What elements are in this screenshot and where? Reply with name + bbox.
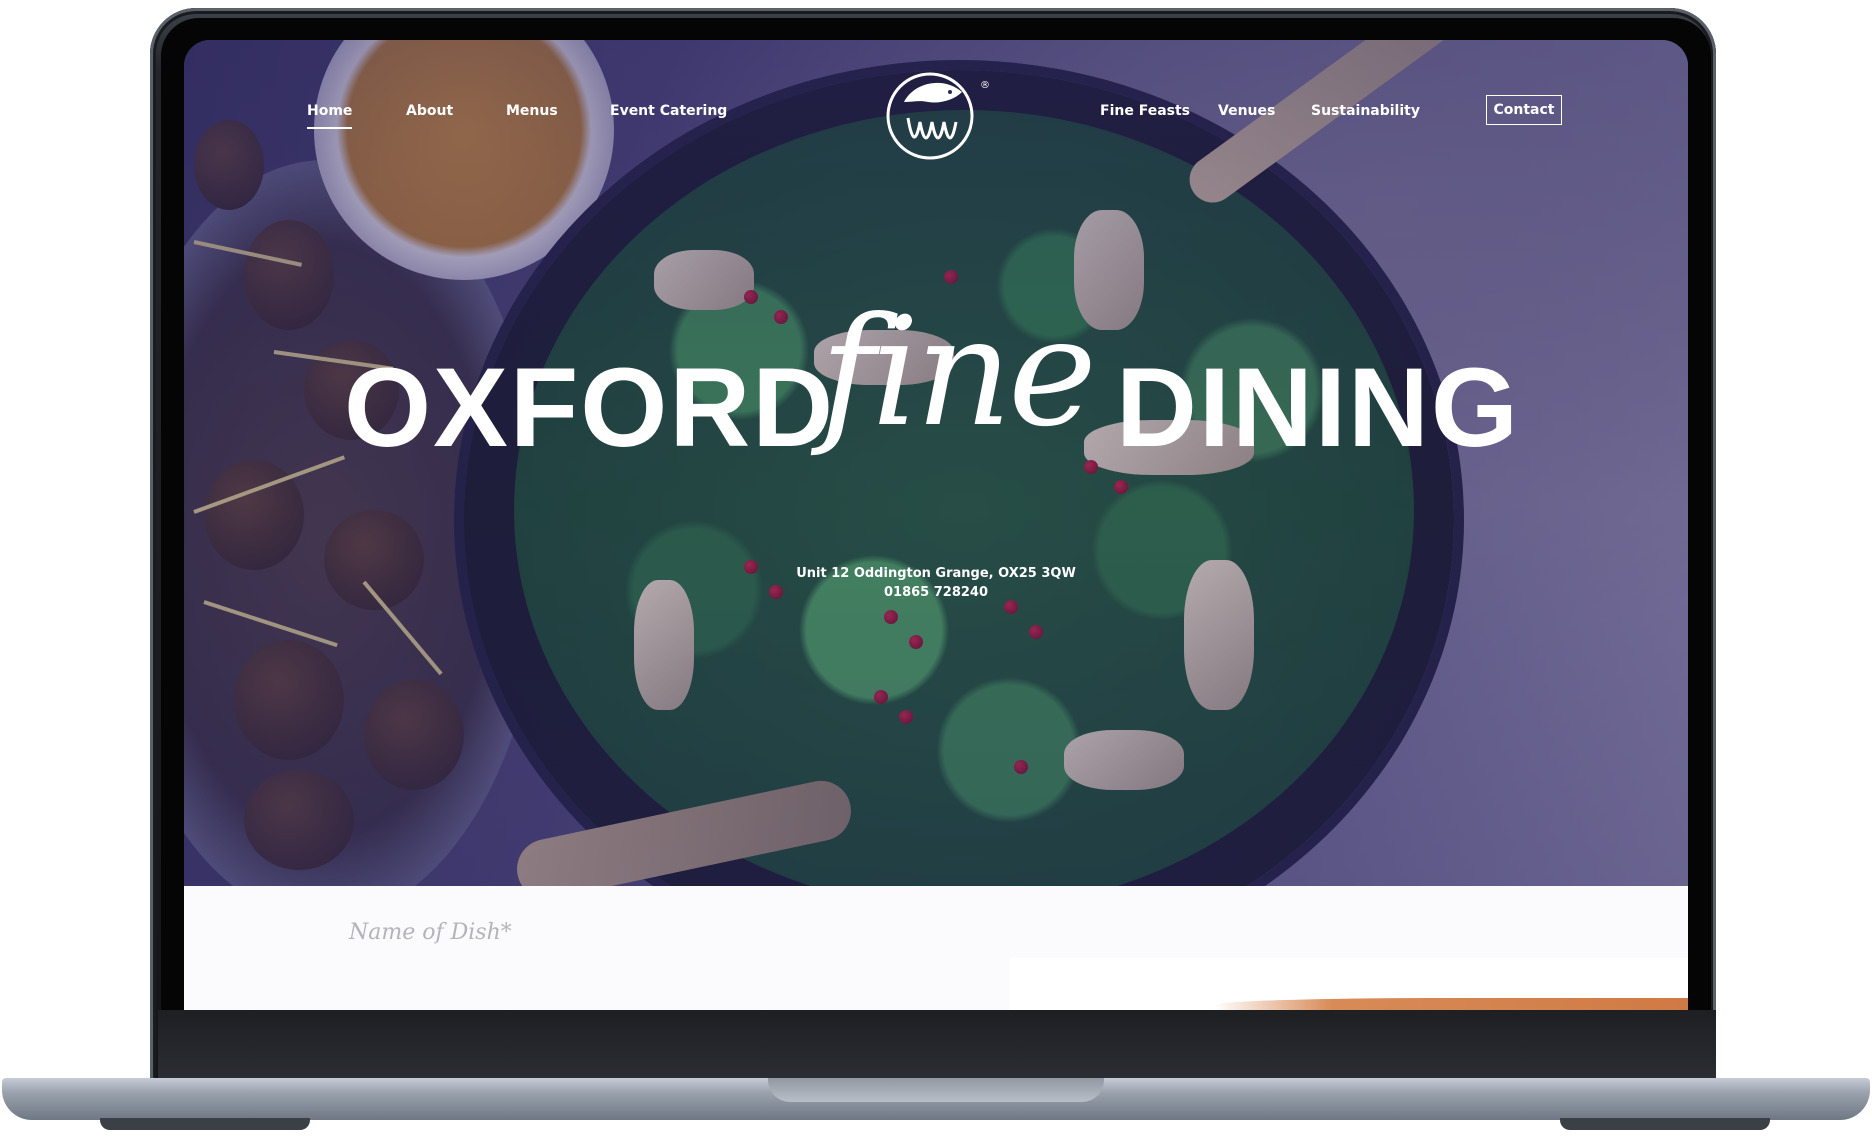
nav-sustainability-link[interactable]: Sustainability (1311, 103, 1420, 119)
registered-mark: ® (980, 80, 990, 91)
nav-venues-link[interactable]: Venues (1218, 103, 1275, 119)
hero-section: Home About Menus Event Catering ® Fine F… (184, 40, 1688, 886)
bird-logo-icon (886, 72, 974, 160)
nav-home-link[interactable]: Home (307, 103, 353, 129)
nav-about-link[interactable]: About (406, 103, 453, 119)
hero-title-dining: DINING (1116, 345, 1520, 470)
dish-image-edge (1214, 998, 1688, 1010)
laptop-chin (158, 1010, 1716, 1082)
brand-logo[interactable]: ® (884, 62, 990, 162)
hero-address: Unit 12 Oddington Grange, OX25 3QW (796, 566, 1076, 581)
dish-form-section: Name of Dish* (184, 886, 1688, 1010)
contact-button[interactable]: Contact (1486, 95, 1562, 125)
hero-title-fine-script: fine (820, 286, 1097, 460)
laptop-foot-right (1560, 1118, 1770, 1130)
hero-phone[interactable]: 01865 728240 (184, 585, 1688, 600)
laptop-base-notch (768, 1078, 1104, 1102)
nav-fine-feasts-link[interactable]: Fine Feasts (1100, 103, 1190, 119)
laptop-foot-left (100, 1118, 310, 1130)
website-screen: Home About Menus Event Catering ® Fine F… (184, 40, 1688, 1010)
nav-event-catering-link[interactable]: Event Catering (610, 103, 727, 119)
hero-title-oxford: OXFORD (344, 345, 836, 470)
nav-menus-link[interactable]: Menus (506, 103, 558, 119)
dish-name-label: Name of Dish* (349, 920, 512, 945)
